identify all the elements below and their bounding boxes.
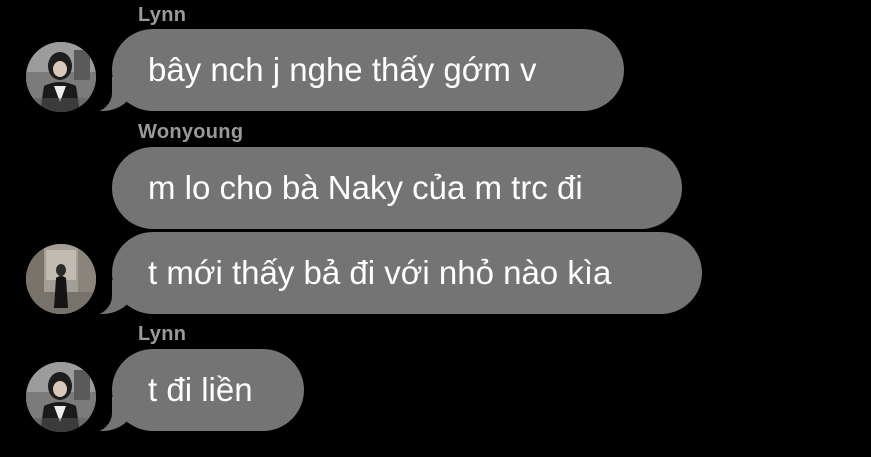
message-bubble[interactable]: m lo cho bà Naky của m trc đi bbox=[112, 147, 682, 229]
message-text: t đi liền bbox=[148, 371, 253, 408]
lynn-avatar[interactable] bbox=[26, 42, 96, 112]
sender-name-lynn: Lynn bbox=[138, 323, 187, 345]
sender-name-lynn: Lynn bbox=[138, 4, 187, 26]
wonyoung-avatar[interactable] bbox=[26, 244, 96, 314]
lynn-avatar-icon bbox=[26, 42, 96, 112]
message-text: bây nch j nghe thấy gớm v bbox=[148, 51, 537, 88]
lynn-avatar[interactable] bbox=[26, 362, 96, 432]
lynn-avatar-icon bbox=[26, 362, 96, 432]
wonyoung-avatar-icon bbox=[26, 244, 96, 314]
sender-name-wonyoung: Wonyoung bbox=[138, 121, 244, 143]
message-text: m lo cho bà Naky của m trc đi bbox=[148, 169, 583, 206]
message-text: t mới thấy bả đi với nhỏ nào kìa bbox=[148, 254, 612, 291]
message-bubble[interactable]: t đi liền bbox=[78, 349, 304, 433]
message-bubble[interactable]: bây nch j nghe thấy gớm v bbox=[78, 29, 624, 113]
message-bubble[interactable]: t mới thấy bả đi với nhỏ nào kìa bbox=[78, 232, 702, 316]
